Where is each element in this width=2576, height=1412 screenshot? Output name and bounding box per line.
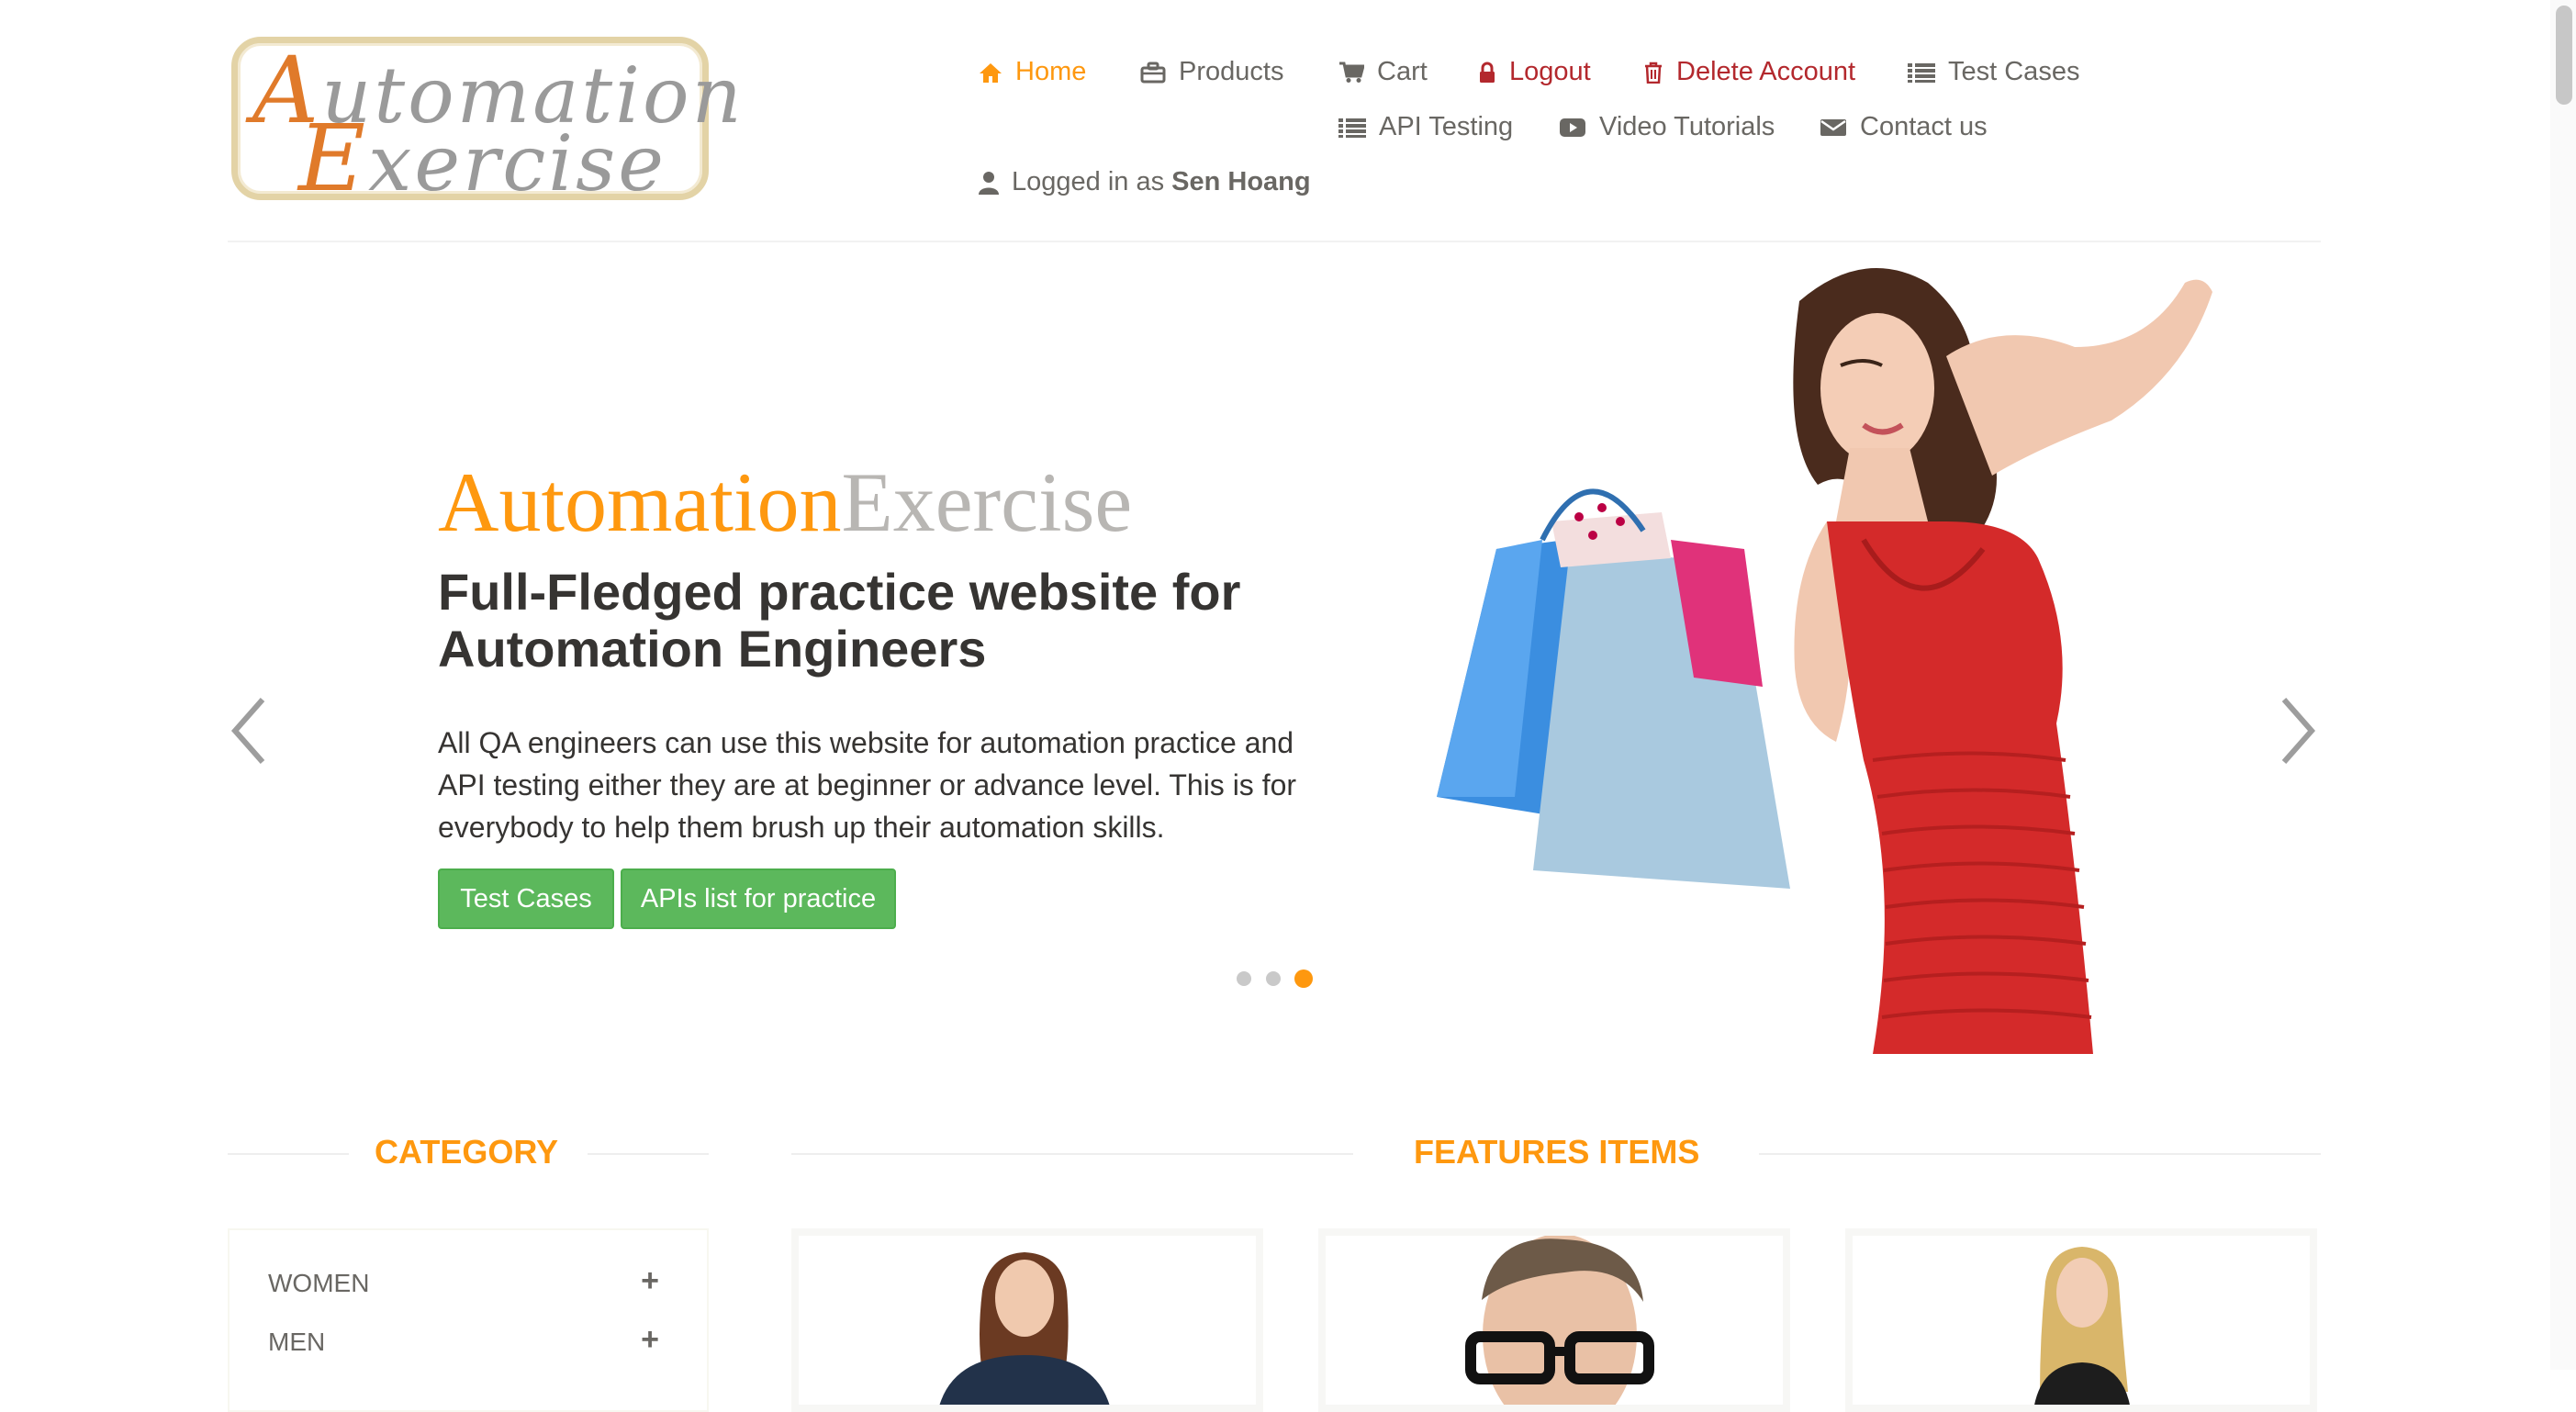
nav-logout-label: Logout <box>1509 57 1591 86</box>
category-title-line-right <box>588 1153 709 1155</box>
nav-products[interactable]: Products <box>1140 57 1283 87</box>
features-title-line-left <box>791 1153 1353 1155</box>
logo-text-line2: Exercise <box>298 105 666 212</box>
carousel-indicator-2[interactable] <box>1266 971 1281 986</box>
product-card <box>1318 1228 1790 1412</box>
nav-cart-label: Cart <box>1377 57 1428 86</box>
nav-api-testing-label: API Testing <box>1379 112 1514 141</box>
category-title: CATEGORY <box>375 1133 559 1171</box>
carousel-next-icon[interactable] <box>2277 696 2319 766</box>
logged-in-username: Sen Hoang <box>1171 167 1311 196</box>
nav-cart[interactable]: Cart <box>1338 57 1428 87</box>
logged-in-status: Logged in as Sen Hoang <box>979 167 1311 197</box>
product-image <box>1465 1236 1654 1405</box>
category-title-line-left <box>228 1153 349 1155</box>
carousel-indicator-3[interactable] <box>1294 969 1313 988</box>
hero-description: All QA engineers can use this website fo… <box>438 726 1297 844</box>
features-title: FEATURES ITEMS <box>1414 1133 1700 1171</box>
product-image <box>939 1252 1110 1405</box>
hero-girl-image <box>1437 268 2212 1054</box>
nav-home-label: Home <box>1015 57 1087 86</box>
category-women-expand-icon[interactable]: + <box>641 1263 659 1299</box>
envelope-icon <box>1820 118 1846 136</box>
category-men-expand-icon[interactable]: + <box>641 1322 659 1358</box>
nav-products-label: Products <box>1179 57 1284 86</box>
nav-delete-account[interactable]: Delete Account <box>1643 57 1855 87</box>
site-logo[interactable]: Automation Exercise <box>231 37 742 212</box>
features-title-line-right <box>1759 1153 2321 1155</box>
page-scrollbar[interactable] <box>2550 0 2576 1370</box>
nav-contact-us-label: Contact us <box>1860 112 1988 141</box>
apis-list-button[interactable]: APIs list for practice <box>621 868 896 929</box>
product-card <box>791 1228 1263 1412</box>
lock-icon <box>1480 62 1495 83</box>
list-icon <box>1338 118 1366 138</box>
header-divider <box>228 241 2321 242</box>
carousel-prev-icon[interactable] <box>228 696 270 766</box>
youtube-icon <box>1560 118 1585 137</box>
home-icon <box>980 62 1002 83</box>
nav-delete-account-label: Delete Account <box>1676 57 1856 86</box>
nav-api-testing[interactable]: API Testing <box>1338 112 1513 142</box>
briefcase-icon <box>1140 62 1166 83</box>
list-icon <box>1908 62 1935 83</box>
cart-icon <box>1339 62 1364 83</box>
carousel-indicator-1[interactable] <box>1237 971 1251 986</box>
user-icon <box>979 171 999 195</box>
nav-contact-us[interactable]: Contact us <box>1820 112 1988 142</box>
test-cases-button[interactable]: Test Cases <box>438 868 614 929</box>
page-scrollbar-thumb[interactable] <box>2556 6 2572 105</box>
nav-home[interactable]: Home <box>979 57 1086 87</box>
category-panel: WOMEN + MEN + <box>228 1228 709 1412</box>
nav-video-tutorials[interactable]: Video Tutorials <box>1559 112 1775 142</box>
logged-in-prefix: Logged in as <box>1012 167 1165 196</box>
trash-icon <box>1645 62 1662 84</box>
product-image <box>2034 1247 2130 1405</box>
nav-video-tutorials-label: Video Tutorials <box>1599 112 1775 141</box>
nav-logout[interactable]: Logout <box>1478 57 1591 87</box>
hero-brand: AutomationExercise <box>438 455 1133 549</box>
nav-test-cases-label: Test Cases <box>1948 57 2080 86</box>
hero-headline: Full-Fledged practice website for Automa… <box>438 563 1241 678</box>
nav-test-cases[interactable]: Test Cases <box>1908 57 2079 87</box>
category-men[interactable]: MEN <box>268 1328 325 1357</box>
category-women[interactable]: WOMEN <box>268 1269 369 1298</box>
product-card <box>1845 1228 2317 1412</box>
